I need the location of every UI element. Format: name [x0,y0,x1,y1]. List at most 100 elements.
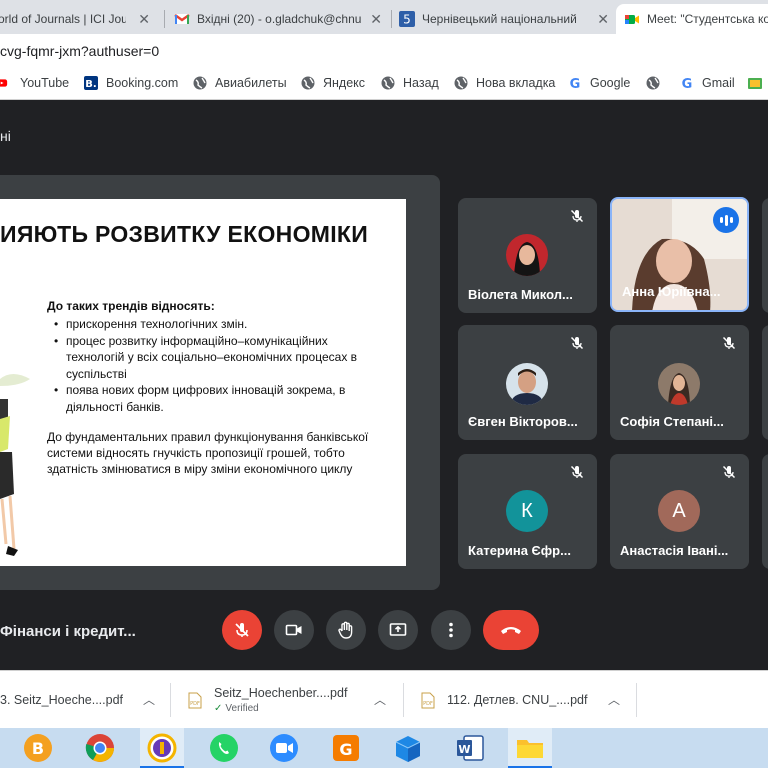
close-icon[interactable]: ✕ [138,11,150,28]
tab-gmail[interactable]: Вхідні (20) - o.gladchuk@chnu ✕ [168,4,390,34]
bookmark-booking[interactable]: B. Booking.com [84,76,178,90]
meeting-name: Фінанси і кредит... [0,623,136,640]
site-5-icon: 5 [399,11,415,27]
globe-icon [381,76,395,90]
tab-ici-journals[interactable]: orld of Journals | ICI Journ ✕ [0,4,158,34]
svg-text:G: G [682,77,693,90]
slide-paragraph: До фундаментальних правил функціонування… [47,430,369,476]
close-icon[interactable]: ✕ [370,11,382,28]
participant-tile[interactable]: А Анастасія Івані... [610,454,749,569]
mic-off-icon [570,336,584,350]
tab-google-meet[interactable]: Meet: "Студентська ко [616,4,768,34]
globe-icon [646,76,660,90]
chevron-up-icon[interactable]: ︿ [608,691,620,708]
mic-off-icon [570,209,584,223]
download-filename: Seitz_Hoechenber....pdf [214,686,348,700]
present-screen-icon [389,623,407,636]
word-icon[interactable]: W [454,732,486,764]
bookmark-nazad[interactable]: Назад [381,76,439,90]
bookmark-label: Gmail [702,76,735,90]
mic-off-icon [722,465,736,479]
file-explorer-icon [517,740,543,758]
archive-box-icon[interactable] [392,732,424,764]
download-status-label: Verified [225,703,259,714]
presentation-stage[interactable]: ИЯЮТЬ РОЗВИТКУ ЕКОНОМІКИ До таких тренді… [0,175,440,590]
participant-name: Софія Степані... [620,414,724,429]
address-bar[interactable]: cvg-fqmr-jxm?authuser=0 [0,34,768,70]
url-text[interactable]: cvg-fqmr-jxm?authuser=0 [0,43,159,59]
participant-name: Катерина Єфр... [468,543,571,558]
google-icon: G [570,77,581,90]
participant-name: Віолета Микол... [468,287,573,302]
participant-tile[interactable]: Софія Степані... [610,325,749,440]
download-item[interactable]: PDF Seitz_Hoechenber....pdf ✓ Verified ︿ [188,671,398,729]
download-item[interactable]: 3. Seitz_Hoeche....pdf ︿ [0,671,164,729]
bookmark-new-tab[interactable]: Нова вкладка [454,76,555,90]
download-item[interactable]: PDF 112. Детлев. CNU_....pdf ︿ [421,671,641,729]
bookmark-google[interactable]: G Google [568,76,631,90]
bookmark-label: Яндекс [323,76,366,90]
pdf-file-icon: PDF [188,692,202,708]
raise-hand-button[interactable] [326,610,366,650]
download-status: ✓ Verified [214,703,347,714]
slide-bullet: поява нових форм цифрових інновацій зокр… [52,382,382,415]
more-options-button[interactable] [431,610,471,650]
mic-toggle-button[interactable] [222,610,262,650]
camera-toggle-button[interactable] [274,610,314,650]
folder-icon [748,78,762,89]
tab-title: orld of Journals | ICI Journ [0,12,126,26]
bookmark-label: Booking.com [106,76,179,90]
svg-text:B.: B. [85,79,96,90]
bookmark-gmail[interactable]: G Gmail [680,76,735,90]
more-vert-icon [449,622,453,638]
bookmarks-bar: YouTube B. Booking.com Авиабилеты Яндекс… [0,70,768,100]
downloads-bar: 3. Seitz_Hoeche....pdf ︿ PDF Seitz_Hoech… [0,670,768,728]
mic-off-icon [235,623,249,637]
participant-tile[interactable]: Віолета Микол... [458,198,597,313]
download-filename: 112. Детлев. CNU_....pdf [447,693,588,707]
participant-tile-partial[interactable] [762,454,768,569]
keypass-icon [147,733,177,763]
svg-text:PDF: PDF [190,701,200,707]
slide-heading: До таких трендів відносять: [47,299,215,313]
app-b-icon[interactable]: B [22,732,54,764]
mic-off-icon [722,336,736,350]
leave-call-button[interactable] [483,610,539,650]
slide-title: ИЯЮТЬ РОЗВИТКУ ЕКОНОМІКИ [0,221,369,247]
globe-icon [193,76,207,90]
google-meet-icon [625,15,639,24]
participant-tile[interactable]: Євген Вікторов... [458,325,597,440]
participant-tile[interactable]: К Катерина Єфр... [458,454,597,569]
chevron-up-icon[interactable]: ︿ [374,691,386,708]
tab-chnu[interactable]: 5 Чернівецький національний ✕ [395,4,617,34]
participant-tile-partial[interactable] [762,198,768,313]
participant-avatar: А [658,490,700,532]
tab-title: Вхідні (20) - o.gladchuk@chnu [197,12,362,26]
apps-bookmark[interactable] [748,76,768,90]
present-screen-button[interactable] [378,610,418,650]
taskbar-active-app[interactable] [140,728,184,768]
tab-title: Meet: "Студентська ко [647,12,768,26]
bookmark-yandex[interactable]: Яндекс [301,76,365,90]
whatsapp-icon[interactable] [208,732,240,764]
bookmark-aviabilety[interactable]: Авиабилеты [193,76,287,90]
participant-tile-speaking[interactable]: Анна Юріївна... [610,197,749,312]
participant-tile-partial[interactable] [762,325,768,440]
svg-text:5: 5 [403,13,411,27]
globe-bookmark[interactable] [646,76,668,90]
zoom-icon[interactable] [268,732,300,764]
camera-icon [285,624,302,636]
pdf-reader-icon[interactable]: G [330,732,362,764]
hand-icon [338,621,353,639]
chevron-up-icon[interactable]: ︿ [143,691,155,708]
close-icon[interactable]: ✕ [597,11,609,28]
svg-text:W: W [458,743,470,756]
bookmark-youtube[interactable]: YouTube [0,76,69,90]
gmail-icon [174,14,190,24]
chrome-icon[interactable] [84,732,116,764]
download-info: Seitz_Hoechenber....pdf ✓ Verified [214,686,347,714]
svg-text:G: G [570,77,581,90]
svg-text:G: G [339,740,352,759]
file-explorer-app[interactable] [508,728,552,768]
meet-call: ні ИЯЮТЬ РОЗВИТКУ ЕКОНОМІКИ До таких тре… [0,100,768,670]
